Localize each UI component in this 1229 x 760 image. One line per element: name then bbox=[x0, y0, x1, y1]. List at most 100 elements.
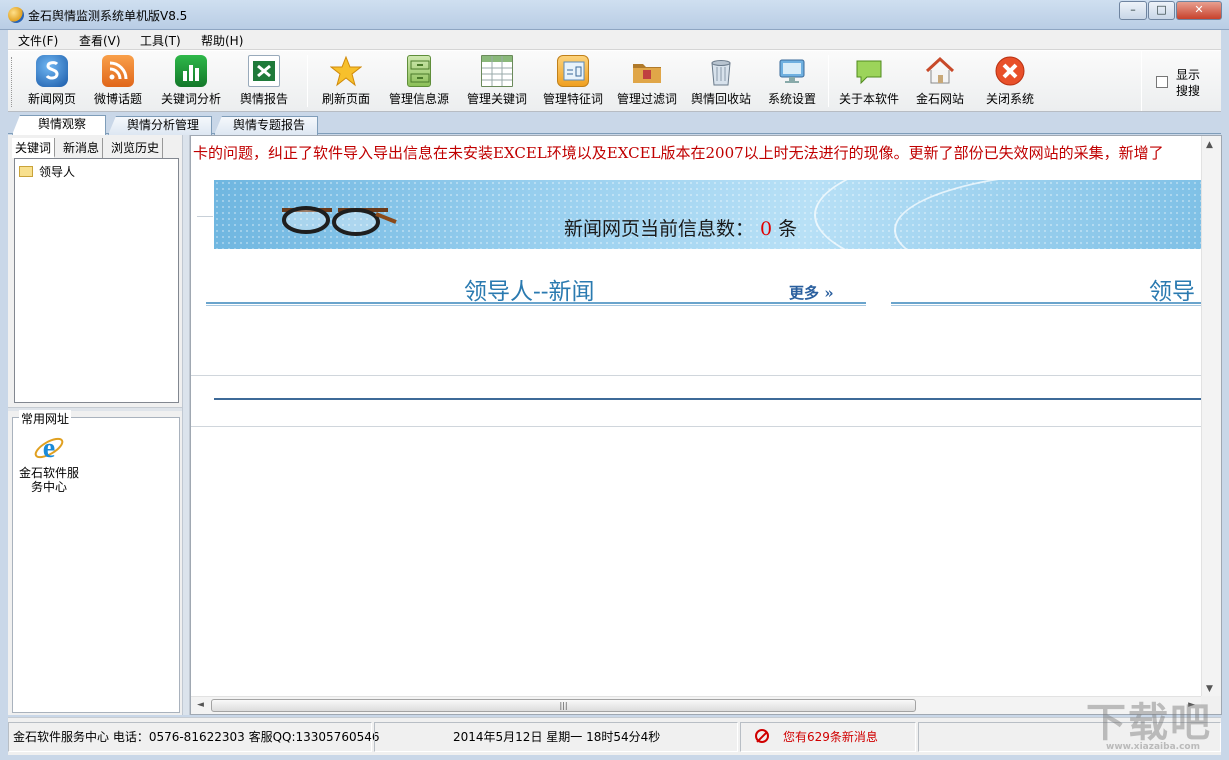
show-search-label: 显示搜搜 bbox=[1176, 68, 1201, 98]
tab-strip: 舆情观察 舆情分析管理 舆情专题报告 bbox=[8, 114, 1221, 135]
system-settings-label: 系统设置 bbox=[767, 92, 816, 106]
refresh-page-label: 刷新页面 bbox=[321, 92, 370, 106]
recycle-bin-button[interactable]: 舆情回收站 bbox=[688, 55, 754, 109]
status-bar: 金石软件服务中心 电话：0576-81622303 客服QQ:133057605… bbox=[8, 717, 1221, 755]
divider bbox=[197, 216, 213, 217]
tab-opinion-watch[interactable]: 舆情观察 bbox=[12, 115, 106, 135]
status-contact: 金石软件服务中心 电话：0576-81622303 客服QQ:133057605… bbox=[8, 722, 380, 752]
refresh-page-button[interactable]: 刷新页面 bbox=[318, 55, 374, 109]
maximize-button[interactable]: □ bbox=[1148, 1, 1175, 20]
minimize-button[interactable]: – bbox=[1119, 1, 1147, 20]
keyword-tree[interactable]: 领导人 bbox=[14, 158, 179, 403]
left-subtabs: 关键词 新消息 浏览历史 bbox=[12, 138, 180, 158]
vertical-scrollbar[interactable]: ▲ ▼ bbox=[1201, 136, 1221, 698]
scroll-left-arrow-icon[interactable]: ◄ bbox=[197, 700, 204, 710]
new-messages-text: 您有629条新消息 bbox=[783, 730, 878, 744]
ie-icon: e bbox=[33, 432, 65, 464]
favorite-label: 金石软件服务中心 bbox=[18, 466, 79, 494]
opinion-report-label: 舆情报告 bbox=[239, 92, 288, 106]
manage-keywords-button[interactable]: 管理关键词 bbox=[464, 55, 530, 109]
monitor-icon bbox=[776, 55, 808, 87]
section-title-leaders-news: 领导人--新闻 bbox=[464, 279, 595, 305]
divider bbox=[191, 375, 1201, 376]
news-web-button[interactable]: 新闻网页 bbox=[24, 55, 80, 109]
menu-file[interactable]: 文件(F) bbox=[18, 32, 58, 49]
info-count-value: 0 bbox=[760, 218, 773, 240]
manage-source-button[interactable]: 管理信息源 bbox=[386, 55, 452, 109]
info-count-text: 新闻网页当前信息数： 0 条 bbox=[564, 214, 797, 241]
watermark: 下载吧 www.xiazaiba.com bbox=[1086, 690, 1226, 756]
toolbar-separator bbox=[1141, 51, 1142, 111]
about-button[interactable]: 关于本软件 bbox=[838, 55, 900, 109]
chat-icon bbox=[853, 55, 885, 87]
cabinet-icon bbox=[407, 55, 431, 87]
scrollbar-thumb[interactable]: ||| bbox=[211, 699, 916, 712]
keyword-analysis-button[interactable]: 关键词分析 bbox=[158, 55, 224, 109]
exit-system-label: 关闭系统 bbox=[985, 92, 1034, 106]
close-circle-icon bbox=[994, 55, 1026, 87]
main-content: 卡的问题，纠正了软件导入导出信息在未安装EXCEL环境以及EXCEL版本在200… bbox=[190, 135, 1222, 715]
status-new-messages[interactable]: 您有629条新消息 bbox=[740, 722, 916, 752]
manage-keywords-label: 管理关键词 bbox=[466, 92, 527, 106]
menu-tools[interactable]: 工具(T) bbox=[140, 32, 181, 49]
jinshi-website-label: 金石网站 bbox=[915, 92, 964, 106]
horizontal-scrollbar[interactable]: ◄ ||| ► bbox=[191, 696, 1201, 714]
news-ticker: 卡的问题，纠正了软件导入导出信息在未安装EXCEL环境以及EXCEL版本在200… bbox=[193, 144, 1164, 162]
watermark-main: 下载吧 bbox=[1086, 700, 1212, 746]
recycle-bin-icon bbox=[705, 55, 737, 87]
manage-source-label: 管理信息源 bbox=[388, 92, 449, 106]
news-web-label: 新闻网页 bbox=[27, 92, 76, 106]
menu-help[interactable]: 帮助(H) bbox=[201, 32, 243, 49]
section-rule bbox=[206, 302, 866, 306]
toolbar-gripper[interactable] bbox=[11, 57, 14, 107]
manage-feature-words-label: 管理特征词 bbox=[542, 92, 603, 106]
section-title-right: 领导 bbox=[1149, 279, 1195, 305]
title-bar: 金石舆情监测系统单机版V8.5 – □ ✕ bbox=[0, 0, 1229, 30]
weibo-topic-label: 微博话题 bbox=[93, 92, 142, 106]
window-title: 金石舆情监测系统单机版V8.5 bbox=[28, 9, 188, 23]
info-banner: 新闻网页当前信息数： 0 条 bbox=[214, 180, 1201, 249]
folder-icon bbox=[631, 55, 663, 87]
favorite-jinshi-service[interactable]: e 金石软件服务中心 bbox=[17, 432, 81, 494]
close-window-button[interactable]: ✕ bbox=[1176, 1, 1222, 20]
news-web-icon bbox=[36, 55, 68, 87]
show-search-checkbox[interactable] bbox=[1156, 76, 1168, 88]
home-icon bbox=[924, 55, 956, 87]
opinion-report-button[interactable]: 舆情报告 bbox=[236, 55, 292, 109]
table-icon bbox=[481, 55, 513, 87]
vertical-splitter[interactable] bbox=[182, 135, 190, 715]
feature-icon bbox=[557, 55, 589, 87]
tab-special-report[interactable]: 舆情专题报告 bbox=[214, 116, 318, 135]
scroll-up-arrow-icon[interactable]: ▲ bbox=[1206, 140, 1213, 150]
star-icon bbox=[329, 55, 363, 87]
favorites-box: 常用网址 e 金石软件服务中心 bbox=[12, 410, 180, 713]
tree-node-label: 领导人 bbox=[39, 165, 76, 179]
info-count-prefix: 新闻网页当前信息数： bbox=[564, 218, 755, 240]
folder-icon bbox=[19, 166, 33, 177]
subtab-new-messages[interactable]: 新消息 bbox=[60, 138, 104, 158]
keyword-analysis-label: 关键词分析 bbox=[160, 92, 221, 106]
weibo-topic-button[interactable]: 微博话题 bbox=[90, 55, 146, 109]
excel-icon bbox=[248, 55, 280, 87]
menu-view[interactable]: 查看(V) bbox=[79, 32, 121, 49]
tree-node-leaders[interactable]: 领导人 bbox=[19, 163, 75, 180]
toolbar-separator bbox=[307, 55, 308, 107]
exit-system-button[interactable]: 关闭系统 bbox=[982, 55, 1038, 109]
more-link[interactable]: 更多 » bbox=[789, 282, 834, 303]
subtab-browse-history[interactable]: 浏览历史 bbox=[108, 138, 164, 158]
tab-analysis-management[interactable]: 舆情分析管理 bbox=[108, 116, 212, 135]
manage-filter-words-button[interactable]: 管理过滤词 bbox=[614, 55, 680, 109]
rss-icon bbox=[102, 55, 134, 87]
subtab-keywords[interactable]: 关键词 bbox=[12, 138, 56, 158]
manage-feature-words-button[interactable]: 管理特征词 bbox=[540, 55, 606, 109]
menu-bar: 文件(F) 查看(V) 工具(T) 帮助(H) bbox=[8, 30, 1221, 50]
app-logo-icon bbox=[8, 7, 24, 23]
no-entry-icon bbox=[755, 729, 769, 743]
toolbar-separator bbox=[828, 55, 829, 107]
section-rule bbox=[891, 302, 1201, 306]
jinshi-website-button[interactable]: 金石网站 bbox=[912, 55, 968, 109]
manage-filter-words-label: 管理过滤词 bbox=[616, 92, 677, 106]
system-settings-button[interactable]: 系统设置 bbox=[764, 55, 820, 109]
favorites-title: 常用网址 bbox=[19, 410, 72, 427]
status-datetime: 2014年5月12日 星期一 18时54分4秒 bbox=[374, 722, 738, 752]
